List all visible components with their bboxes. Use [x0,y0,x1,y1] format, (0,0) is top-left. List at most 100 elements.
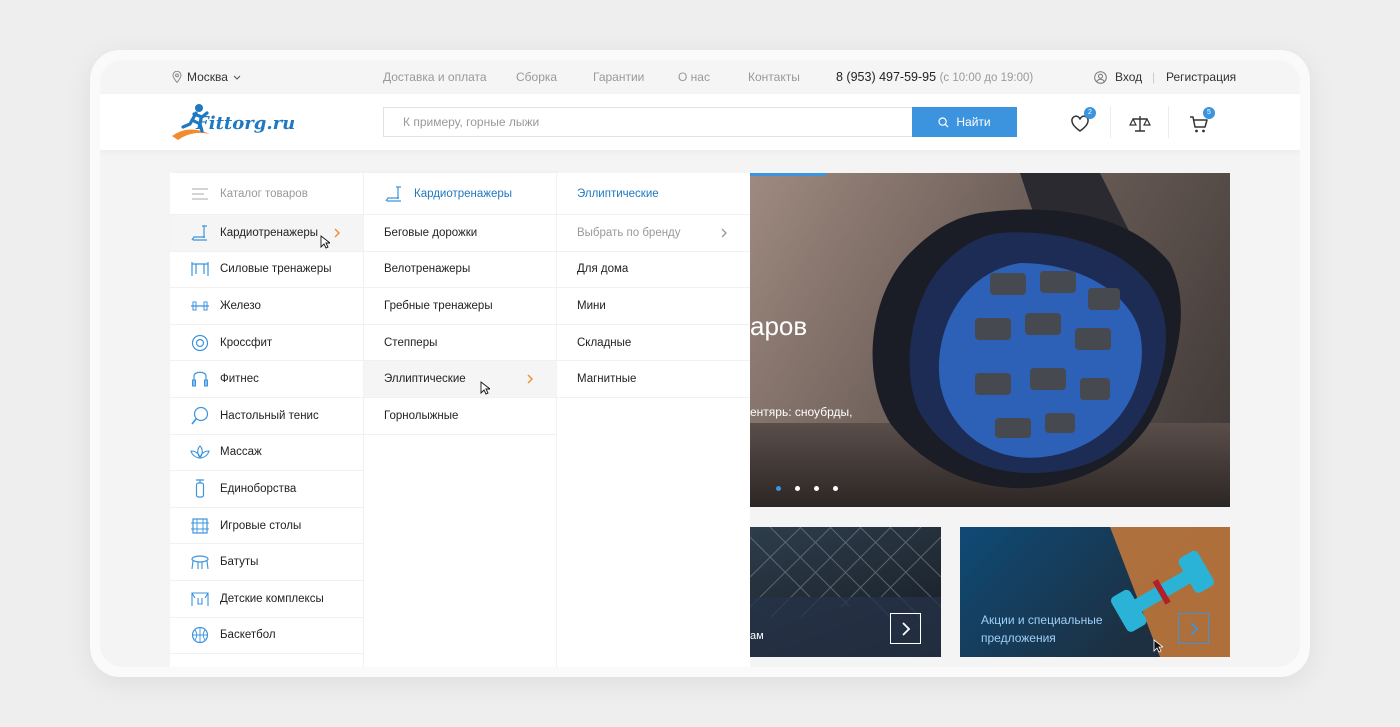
catalog-item-label: Батуты [220,556,259,569]
compare-button[interactable] [1128,112,1152,136]
header-divider [1168,106,1169,138]
slider-dot[interactable] [795,486,800,491]
subsubcatalog-item-label: Мини [577,299,606,312]
logo-text: Fittorg.ru [196,113,296,134]
phone-block: 8 (953) 497-59-95 (с 10:00 до 19:00) [836,60,1033,94]
brand-filter[interactable]: Выбрать по бренду [557,215,750,252]
catalog-item-massage[interactable]: Массаж [170,435,363,472]
subcatalog-header[interactable]: Кардиотренажеры [364,173,556,215]
header-divider [1110,106,1111,138]
subcatalog-menu: Кардиотренажеры Беговые дорожки Велотрен… [363,173,556,667]
slider-dot[interactable] [833,486,838,491]
cart-badge: 5 [1203,107,1215,119]
site-logo[interactable]: Fittorg.ru [170,100,300,144]
working-hours: (с 10:00 до 19:00) [939,72,1034,84]
banner-arrow-button[interactable] [1178,613,1209,644]
city-label: Москва [187,70,228,84]
catalog-item-label: Игровые столы [220,519,302,532]
catalog-menu: Каталог товаров Кардиотренажеры Силовые … [170,173,363,667]
favorites-button[interactable]: 2 [1068,107,1096,136]
catalog-item-strength[interactable]: Силовые тренажеры [170,252,363,289]
phone-number[interactable]: 8 (953) 497-59-95 [836,70,936,84]
mouse-cursor-icon [1153,639,1163,653]
catalog-item-label: Единоборства [220,482,297,495]
catalog-item-label: Баскетбол [220,629,276,642]
subsubcatalog-item[interactable]: Складные [557,325,750,362]
treadmill-icon [190,223,210,243]
lotus-icon [190,442,210,462]
catalog-header[interactable]: Каталог товаров [170,173,363,215]
catalog-item-label: Фитнес [220,373,259,386]
login-link[interactable]: Вход [1094,60,1142,94]
nav-guarantees[interactable]: Гарантии [593,60,644,94]
banner-text: ам [750,630,764,642]
catalog-item-game-tables[interactable]: Игровые столы [170,508,363,545]
hero-slider[interactable]: аров ентярь: сноубрды, [750,173,1230,507]
city-selector[interactable]: Москва [172,60,241,94]
location-pin-icon [172,71,182,83]
search-input[interactable]: К примеру, горные лыжи [383,107,913,137]
subsubcatalog-item[interactable]: Для дома [557,252,750,289]
catalog-item-fitness[interactable]: Фитнес [170,361,363,398]
catalog-item-martial-arts[interactable]: Единоборства [170,471,363,508]
hero-image-sneaker [750,173,1230,507]
foosball-icon [190,516,210,536]
catalog-item-iron[interactable]: Железо [170,288,363,325]
nav-about[interactable]: О нас [678,60,710,94]
basketball-icon [190,625,210,645]
banner-arrow-button[interactable] [890,613,921,644]
chevron-right-icon [334,228,340,238]
subcatalog-item[interactable]: Беговые дорожки [364,215,556,252]
dumbbell-icon [190,296,210,316]
chevron-right-icon [527,374,533,384]
site-header: Fittorg.ru К примеру, горные лыжи Найти … [100,94,1300,150]
catalog-item-trampolines[interactable]: Батуты [170,544,363,581]
banner-text: Акции и специальные предложения [981,613,1103,645]
register-link[interactable]: Регистрация [1166,60,1236,94]
subcatalog-item-label: Гребные тренажеры [384,299,493,312]
subsubcatalog-item-label: Магнитные [577,373,637,386]
treadmill-icon [384,184,404,204]
subcatalog-item[interactable]: Степперы [364,325,556,362]
catalog-item-crossfit[interactable]: Кроссфит [170,325,363,362]
promo-banner-sales[interactable]: Акции и специальные предложения [960,527,1230,657]
search-button[interactable]: Найти [912,107,1017,137]
subsubcatalog-item[interactable]: Магнитные [557,361,750,398]
catalog-item-table-tennis[interactable]: Настольный тенис [170,398,363,435]
chevron-right-icon [721,228,727,238]
nav-contacts[interactable]: Контакты [748,60,800,94]
catalog-item-label: Железо [220,299,261,312]
subsubcatalog-item[interactable]: Мини [557,288,750,325]
catalog-item-label: Силовые тренажеры [220,263,332,276]
subcatalog-item[interactable]: Горнолыжные [364,398,556,435]
playground-icon [190,589,210,609]
user-icon [1094,70,1107,84]
subsubcatalog-header[interactable]: Эллиптические [557,173,750,215]
catalog-item-kids[interactable]: Детские комплексы [170,581,363,618]
catalog-item-basketball[interactable]: Баскетбол [170,618,363,655]
login-label: Вход [1115,70,1143,84]
promo-banner[interactable]: ам [750,527,941,657]
nav-assembly[interactable]: Сборка [516,60,557,94]
racket-icon [190,406,210,426]
catalog-item-cardio[interactable]: Кардиотренажеры [170,215,363,252]
jump-rope-icon [190,369,210,389]
punching-bag-icon [190,479,210,499]
chevron-right-icon [1189,621,1198,636]
brand-filter-label: Выбрать по бренду [577,226,681,239]
subcatalog-item-label: Велотренажеры [384,263,471,276]
favorites-badge: 2 [1084,107,1096,119]
subcatalog-item-elliptical[interactable]: Эллиптические [364,361,556,398]
slider-dot[interactable] [776,486,781,491]
subcatalog-title: Кардиотренажеры [414,187,513,200]
auth-separator: | [1152,70,1156,84]
device-frame: Москва Доставка и оплата Сборка Гарантии… [90,50,1310,677]
catalog-item-label: Кроссфит [220,336,273,349]
slider-dot[interactable] [814,486,819,491]
subcatalog-item[interactable]: Велотренажеры [364,252,556,289]
search-icon [938,116,949,128]
subcatalog-item-label: Степперы [384,336,438,349]
nav-delivery[interactable]: Доставка и оплата [383,60,487,94]
cart-button[interactable]: 5 [1187,107,1215,136]
subcatalog-item[interactable]: Гребные тренажеры [364,288,556,325]
